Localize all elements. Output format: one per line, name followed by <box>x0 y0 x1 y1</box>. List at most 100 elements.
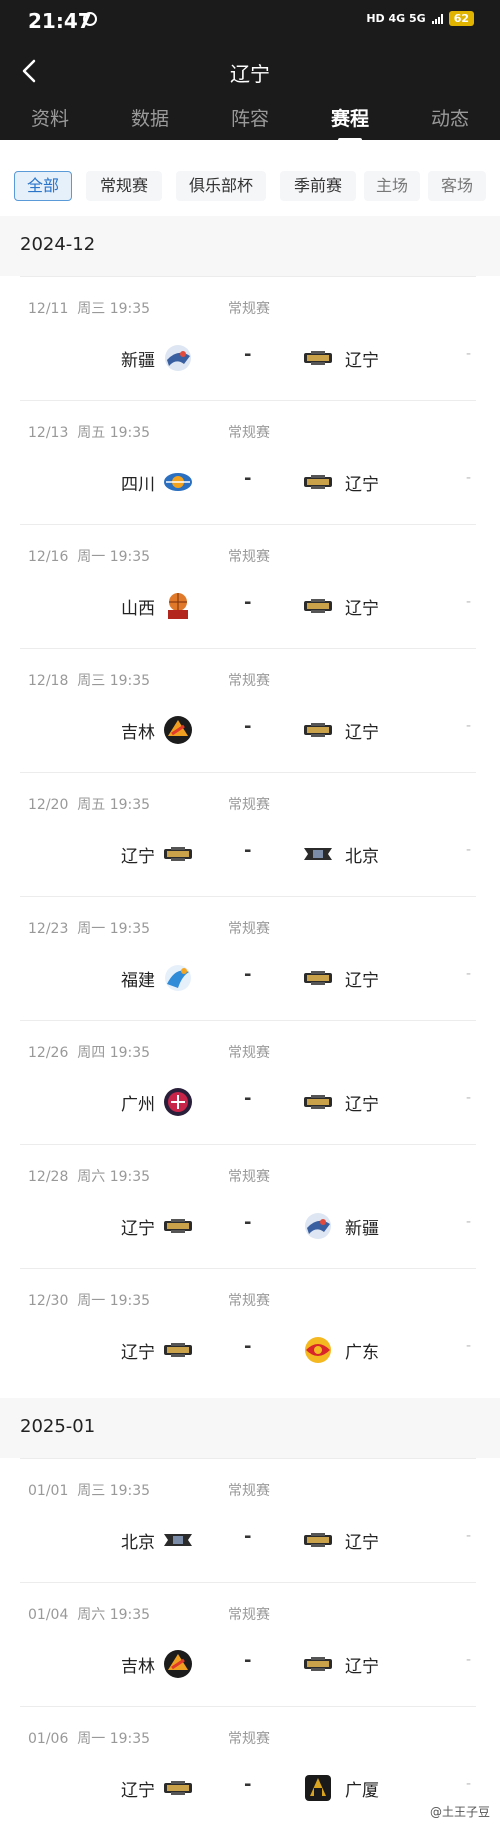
guangzhou-team-logo-icon <box>162 1086 194 1118</box>
tab-news[interactable]: 动态 <box>410 104 490 131</box>
month-header: 2025-01 <box>0 1398 500 1458</box>
away-team-name: 辽宁 <box>345 1095 379 1115</box>
home-team-name: 辽宁 <box>121 847 155 867</box>
game-weekday: 周一 <box>77 921 106 937</box>
game-score: - <box>244 468 252 489</box>
game-type: 常规赛 <box>228 673 270 689</box>
row-divider <box>20 772 476 773</box>
game-datetime: 12/13 周五 19:35 <box>28 422 150 442</box>
game-row[interactable]: 12/28 周六 19:35 常规赛 辽宁 - 新疆 - <box>0 1144 500 1268</box>
liaoning-team-logo-icon <box>302 342 334 374</box>
game-datetime: 12/28 周六 19:35 <box>28 1166 150 1186</box>
game-type: 常规赛 <box>228 1731 270 1747</box>
game-date: 12/16 <box>28 549 69 565</box>
shanxi-team-logo-icon <box>162 590 194 622</box>
row-divider <box>20 1268 476 1269</box>
filter-preseason[interactable]: 季前赛 <box>280 171 356 201</box>
home-team-name: 四川 <box>121 475 155 495</box>
month-label: 2025-01 <box>20 1416 96 1437</box>
game-date: 12/26 <box>28 1045 69 1061</box>
beijing-team-logo-icon <box>162 1524 194 1556</box>
status-bar: 21:47 HD 4G 5G 62 <box>0 0 500 40</box>
game-time: 19:35 <box>109 549 151 565</box>
game-type: 常规赛 <box>228 797 270 813</box>
liaoning-team-logo-icon <box>302 714 334 746</box>
game-result-placeholder: - <box>466 718 472 734</box>
game-type: 常规赛 <box>228 1045 270 1061</box>
row-divider <box>20 276 476 277</box>
game-weekday: 周三 <box>77 1483 106 1499</box>
game-weekday: 周一 <box>77 1293 106 1309</box>
game-weekday: 周六 <box>77 1607 106 1623</box>
filter-away[interactable]: 客场 <box>428 171 486 201</box>
game-weekday: 周五 <box>77 425 106 441</box>
game-result-placeholder: - <box>466 1776 472 1792</box>
game-date: 12/30 <box>28 1293 69 1309</box>
game-time: 19:35 <box>109 1731 151 1747</box>
game-row[interactable]: 12/13 周五 19:35 常规赛 四川 - 辽宁 - <box>0 400 500 524</box>
row-divider <box>20 1144 476 1145</box>
home-team-name: 吉林 <box>121 1657 155 1677</box>
tab-stats[interactable]: 数据 <box>110 104 190 131</box>
game-weekday: 周一 <box>77 1731 106 1747</box>
game-time: 19:35 <box>109 1045 151 1061</box>
game-time: 19:35 <box>109 921 151 937</box>
game-datetime: 12/23 周一 19:35 <box>28 918 150 938</box>
game-score: - <box>244 1774 252 1795</box>
liaoning-team-logo-icon <box>302 962 334 994</box>
filter-all[interactable]: 全部 <box>14 171 72 201</box>
game-time: 19:35 <box>109 673 151 689</box>
game-score: - <box>244 1526 252 1547</box>
game-date: 01/01 <box>28 1483 69 1499</box>
game-datetime: 01/04 周六 19:35 <box>28 1604 150 1624</box>
filter-regular-season[interactable]: 常规赛 <box>86 171 162 201</box>
away-team-name: 新疆 <box>345 1219 379 1239</box>
game-weekday: 周四 <box>77 1045 106 1061</box>
game-datetime: 01/06 周一 19:35 <box>28 1728 150 1748</box>
jilin-team-logo-icon <box>162 1648 194 1680</box>
watermark: @土王子豆 <box>429 1805 490 1819</box>
row-divider <box>20 400 476 401</box>
tab-profile[interactable]: 资料 <box>10 104 90 131</box>
away-team-name: 辽宁 <box>345 971 379 991</box>
game-weekday: 周三 <box>77 301 106 317</box>
game-type: 常规赛 <box>228 1483 270 1499</box>
game-date: 01/04 <box>28 1607 69 1623</box>
game-row[interactable]: 12/18 周三 19:35 常规赛 吉林 - 辽宁 - <box>0 648 500 772</box>
jilin-team-logo-icon <box>162 714 194 746</box>
filter-club-cup[interactable]: 俱乐部杯 <box>176 171 266 201</box>
sichuan-team-logo-icon <box>162 466 194 498</box>
tab-label: 动态 <box>430 108 469 130</box>
month-header: 2024-12 <box>0 216 500 276</box>
tab-schedule[interactable]: 赛程 <box>310 104 390 142</box>
game-row[interactable]: 01/04 周六 19:35 常规赛 吉林 - 辽宁 - <box>0 1582 500 1706</box>
game-row[interactable]: 01/01 周三 19:35 常规赛 北京 - 辽宁 - <box>0 1458 500 1582</box>
home-team-name: 辽宁 <box>121 1219 155 1239</box>
away-team-name: 辽宁 <box>345 1657 379 1677</box>
xinjiang-team-logo-icon <box>302 1210 334 1242</box>
xinjiang-team-logo-icon <box>162 342 194 374</box>
tab-roster[interactable]: 阵容 <box>210 104 290 131</box>
home-team-name: 吉林 <box>121 723 155 743</box>
home-team-name: 北京 <box>121 1533 155 1553</box>
home-team-name: 福建 <box>121 971 155 991</box>
beijing-team-logo-icon <box>302 838 334 870</box>
row-divider <box>20 524 476 525</box>
game-result-placeholder: - <box>466 966 472 982</box>
game-row[interactable]: 12/23 周一 19:35 常规赛 福建 - 辽宁 - <box>0 896 500 1020</box>
game-row[interactable]: 12/30 周一 19:35 常规赛 辽宁 - 广东 - <box>0 1268 500 1392</box>
tab-label: 阵容 <box>230 108 269 130</box>
row-divider <box>20 896 476 897</box>
filter-home[interactable]: 主场 <box>364 171 420 201</box>
game-row[interactable]: 12/20 周五 19:35 常规赛 辽宁 - 北京 - <box>0 772 500 896</box>
game-weekday: 周六 <box>77 1169 106 1185</box>
game-row[interactable]: 12/11 周三 19:35 常规赛 新疆 - 辽宁 - <box>0 276 500 400</box>
home-team-name: 新疆 <box>121 351 155 371</box>
game-row[interactable]: 12/26 周四 19:35 常规赛 广州 - 辽宁 - <box>0 1020 500 1144</box>
game-type: 常规赛 <box>228 549 270 565</box>
game-result-placeholder: - <box>466 842 472 858</box>
game-date: 12/28 <box>28 1169 69 1185</box>
game-row[interactable]: 01/06 周一 19:35 常规赛 辽宁 - 广厦 - <box>0 1706 500 1826</box>
status-indicators: HD 4G 5G 62 <box>366 11 474 26</box>
game-row[interactable]: 12/16 周一 19:35 常规赛 山西 - 辽宁 - <box>0 524 500 648</box>
